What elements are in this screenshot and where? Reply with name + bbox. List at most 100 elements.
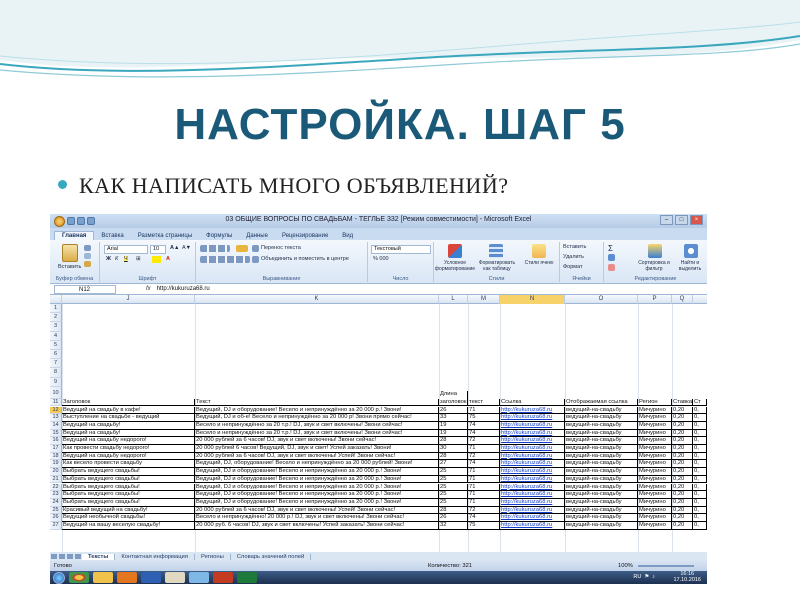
data-cell[interactable]: 0,20	[672, 414, 693, 422]
copy-icon[interactable]	[84, 253, 91, 259]
data-cell[interactable]: 0,20	[672, 445, 693, 453]
start-button[interactable]	[53, 571, 65, 584]
format-as-table-button[interactable]: Форматировать как таблицу	[476, 260, 518, 272]
next-sheet-icon[interactable]	[67, 554, 73, 559]
data-cell[interactable]: 0,20	[672, 475, 693, 484]
data-cell[interactable]: Мичурино	[638, 514, 672, 522]
data-cell[interactable]: 71	[468, 491, 500, 499]
data-cell[interactable]: 74	[468, 514, 500, 522]
notepad-taskbar-icon[interactable]	[165, 572, 185, 583]
title-cell[interactable]: Выбрать ведущего свадьбы!	[62, 491, 195, 499]
link-cell[interactable]: http://kukuruza68.ru	[500, 414, 565, 422]
column-header-n[interactable]: N	[500, 295, 565, 304]
data-cell[interactable]: 0,	[693, 468, 707, 476]
title-cell[interactable]: Ведущий на вашу веселую свадьбу!	[62, 522, 195, 530]
text-cell[interactable]: Весело и непринуждённо за 20 т.р.! DJ, з…	[195, 421, 439, 430]
row-header[interactable]: 15	[50, 429, 62, 438]
bold-icon[interactable]: Ж	[106, 256, 111, 262]
data-cell[interactable]: 0,	[693, 498, 707, 507]
column-header-o[interactable]: O	[565, 295, 638, 304]
row-header[interactable]: 27	[50, 522, 62, 530]
title-cell[interactable]: Как весело провести свадьбу	[62, 460, 195, 469]
column-header-j[interactable]: J	[62, 295, 195, 304]
data-cell[interactable]: 0,	[693, 514, 707, 522]
data-cell[interactable]: Мичурино	[638, 522, 672, 530]
merge-center-button[interactable]: Объединить и поместить в центре	[261, 256, 349, 262]
link-cell[interactable]: http://kukuruza68.ru	[500, 491, 565, 499]
sheet-tab-contacts[interactable]: Контактная информация	[115, 553, 195, 560]
data-cell[interactable]: 25	[439, 483, 468, 492]
data-cell[interactable]: 75	[468, 414, 500, 422]
tab-home[interactable]: Главная	[54, 231, 95, 240]
text-cell[interactable]: Весело и непринуждённо! 20 000 р.! DJ, з…	[195, 514, 439, 522]
title-cell[interactable]: Ведущий на свадьбу!	[62, 429, 195, 438]
text-cell[interactable]: 20 000 рублей за 6 часов! DJ, звук и све…	[195, 506, 439, 515]
data-cell[interactable]: 0,20	[672, 506, 693, 515]
chrome-taskbar-icon[interactable]	[69, 572, 89, 583]
text-cell[interactable]: Ведущий, DJ и оборудование! Весело и неп…	[195, 498, 439, 507]
data-cell[interactable]: 0,20	[672, 421, 693, 430]
data-cell[interactable]: 28	[439, 437, 468, 445]
taskbar-clock[interactable]: 16:16 17.10.2016	[673, 571, 701, 583]
link-cell[interactable]: http://kukuruza68.ru	[500, 406, 565, 415]
close-button[interactable]: ×	[690, 215, 703, 225]
data-cell[interactable]: 26	[439, 514, 468, 522]
fx-icon[interactable]: fx	[146, 286, 151, 292]
data-cell[interactable]: 0,20	[672, 522, 693, 530]
data-cell[interactable]: 71	[468, 406, 500, 415]
underline-icon[interactable]: Ч	[124, 256, 128, 262]
data-cell[interactable]: ведущий-на-свадьбу	[565, 452, 638, 461]
sort-filter-button[interactable]: Сортировка и фильтр	[634, 260, 674, 272]
row-header[interactable]: 26	[50, 514, 62, 522]
row-header[interactable]: 21	[50, 475, 62, 484]
row-header[interactable]: 12	[50, 406, 62, 415]
title-cell[interactable]: Выбрать ведущего свадьбы!	[62, 468, 195, 476]
data-cell[interactable]: 0,20	[672, 452, 693, 461]
row-header[interactable]: 3	[50, 322, 62, 332]
tab-page-layout[interactable]: Разметка страницы	[131, 232, 199, 240]
font-name-select[interactable]: Arial	[104, 245, 148, 254]
tab-formulas[interactable]: Формулы	[199, 232, 239, 240]
tab-insert[interactable]: Вставка	[94, 232, 130, 240]
row-header[interactable]: 14	[50, 421, 62, 430]
folder-taskbar-icon[interactable]	[93, 572, 113, 583]
link-cell[interactable]: http://kukuruza68.ru	[500, 475, 565, 484]
text-cell[interactable]: Ведущий, DJ и об-е! Весело и непринуждён…	[195, 414, 439, 422]
data-cell[interactable]: 72	[468, 506, 500, 515]
row-header[interactable]: 20	[50, 468, 62, 476]
text-cell[interactable]: 20 000 рублей за 6 часов! DJ, звук и све…	[195, 452, 439, 461]
text-cell[interactable]: Весело и непринуждённо за 20 т.р.! DJ, з…	[195, 429, 439, 438]
row-header[interactable]: 19	[50, 460, 62, 469]
data-cell[interactable]: 0,	[693, 491, 707, 499]
data-cell[interactable]: 0,20	[672, 468, 693, 476]
link-cell[interactable]: http://kukuruza68.ru	[500, 522, 565, 530]
font-color-icon[interactable]: A	[166, 256, 170, 262]
text-cell[interactable]: Ведущий, DJ и оборудование! Весело и неп…	[195, 475, 439, 484]
data-cell[interactable]: ведущий-на-свадьбу	[565, 468, 638, 476]
data-cell[interactable]: 0,	[693, 506, 707, 515]
insert-cells-button[interactable]: Вставить	[563, 244, 586, 250]
formula-input[interactable]: http://kukuruza68.ru	[157, 286, 210, 292]
title-cell[interactable]: Выбрать ведущего свадьбы!	[62, 475, 195, 484]
data-cell[interactable]: ведущий-на-свадьбу	[565, 429, 638, 438]
link-cell[interactable]: http://kukuruza68.ru	[500, 498, 565, 507]
header-cell-k[interactable]: Текст	[195, 398, 439, 407]
select-all-corner[interactable]	[50, 295, 62, 304]
conditional-formatting-button[interactable]: Условное форматирование	[434, 260, 476, 272]
tab-review[interactable]: Рецензирование	[275, 232, 335, 240]
data-cell[interactable]: ведущий-на-свадьбу	[565, 406, 638, 415]
data-cell[interactable]: 28	[439, 506, 468, 515]
data-cell[interactable]: 0,20	[672, 498, 693, 507]
row-header[interactable]: 7	[50, 359, 62, 369]
title-cell[interactable]: Ведущий на свадьбу!	[62, 421, 195, 430]
italic-icon[interactable]: К	[115, 256, 118, 262]
title-cell[interactable]: Ведущий необычной свадьбы!	[62, 514, 195, 522]
data-cell[interactable]: ведущий-на-свадьбу	[565, 460, 638, 469]
delete-cells-button[interactable]: Удалить	[563, 254, 584, 260]
data-cell[interactable]: 0,	[693, 406, 707, 415]
tab-data[interactable]: Данные	[239, 232, 275, 240]
column-header-q[interactable]: Q	[672, 295, 693, 304]
data-cell[interactable]: 0,	[693, 483, 707, 492]
number-format-select[interactable]: Текстовый	[371, 245, 431, 254]
data-cell[interactable]: Мичурино	[638, 452, 672, 461]
